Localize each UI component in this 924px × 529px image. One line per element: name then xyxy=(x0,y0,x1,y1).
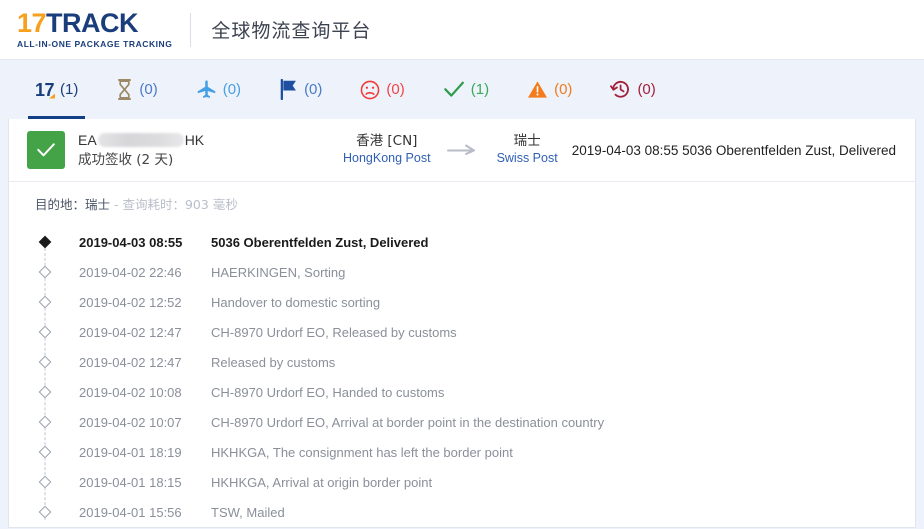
timeline-event-text: CH-8970 Urdorf EO, Released by customs xyxy=(211,324,457,340)
timeline-marker xyxy=(38,415,52,429)
17-logo-icon: 17 xyxy=(35,79,56,100)
origin-country: 香港 [CN] xyxy=(356,133,418,149)
tab-undelivered-count: (0) xyxy=(386,81,405,98)
route-arrow-icon xyxy=(446,143,481,158)
timeline-event-text: CH-8970 Urdorf EO, Handed to customs xyxy=(211,384,445,400)
route-origin: 香港 [CN] HongKong Post xyxy=(343,133,431,167)
shipment-summary-row[interactable]: EA HK 成功签收 (2 天) 香港 [CN] HongKong Post 瑞士… xyxy=(9,119,915,181)
tab-in-transit[interactable]: (0) xyxy=(177,60,260,119)
tab-not-found-count: (0) xyxy=(139,81,158,98)
timeline-marker-current xyxy=(38,235,52,249)
timeline-event: 2019-04-02 12:52 Handover to domestic so… xyxy=(9,287,915,317)
tab-delivered-count: (1) xyxy=(470,81,490,98)
logo-track-text: TRACK xyxy=(46,8,139,39)
history-clock-icon xyxy=(610,80,630,98)
tracking-timeline: 2019-04-03 08:55 5036 Oberentfelden Zust… xyxy=(9,221,915,527)
status-tab-bar: 17 (1) (0) (0) (0) (0) (1) (0) (0) xyxy=(0,60,924,119)
timeline-event-text: 5036 Oberentfelden Zust, Delivered xyxy=(211,234,429,250)
timeline-event: 2019-04-02 10:07 CH-8970 Urdorf EO, Arri… xyxy=(9,407,915,437)
status-badge xyxy=(27,131,65,169)
tab-pickup-count: (0) xyxy=(304,81,323,98)
timeline-marker xyxy=(38,355,52,369)
timeline-event-date: 2019-04-02 12:47 xyxy=(79,324,182,340)
timeline-event-text: TSW, Mailed xyxy=(211,504,285,520)
tab-expired-count: (0) xyxy=(637,81,656,98)
origin-carrier[interactable]: HongKong Post xyxy=(343,150,431,167)
timeline-event-date: 2019-04-02 10:08 xyxy=(79,384,182,400)
delivery-status-text: 成功签收 (2 天) xyxy=(78,151,174,168)
timeline-event: 2019-04-01 18:19 HKHKGA, The consignment… xyxy=(9,437,915,467)
destination-carrier[interactable]: Swiss Post xyxy=(497,150,558,167)
timeline-marker xyxy=(38,385,52,399)
timeline-event-date: 2019-04-02 12:47 xyxy=(79,354,182,370)
timeline-marker xyxy=(38,445,52,459)
tab-all[interactable]: 17 (1) xyxy=(16,60,97,119)
tab-alert-count: (0) xyxy=(554,81,573,98)
header-divider xyxy=(190,12,192,47)
destination-label: 目的地：瑞士 xyxy=(35,197,111,212)
latest-status-text: 2019-04-03 08:55 5036 Oberentfelden Zust… xyxy=(571,142,896,158)
tracking-number-suffix: HK xyxy=(184,131,205,148)
page-header: 17TRACK ALL-IN-ONE PACKAGE TRACKING 全球物流… xyxy=(0,0,924,60)
timeline-event-date: 2019-04-01 18:15 xyxy=(79,474,182,490)
tab-all-count: (1) xyxy=(60,81,79,98)
tracking-number[interactable]: EA HK xyxy=(78,131,204,150)
tracking-info: EA HK 成功签收 (2 天) xyxy=(78,131,273,170)
query-meta: 目的地：瑞士 - 查询耗时：903 毫秒 xyxy=(9,182,915,221)
timeline-event-date: 2019-04-01 18:19 xyxy=(79,444,182,460)
page-title: 全球物流查询平台 xyxy=(211,20,372,42)
tab-alert[interactable]: (0) xyxy=(508,60,591,119)
tab-not-found[interactable]: (0) xyxy=(97,60,176,119)
hourglass-icon xyxy=(118,79,132,100)
flag-icon xyxy=(280,79,296,100)
timeline-event-text: Released by customs xyxy=(211,354,336,370)
timeline-event-text: HAERKINGEN, Sorting xyxy=(211,264,346,280)
timeline-event: 2019-04-02 22:46 HAERKINGEN, Sorting xyxy=(9,257,915,287)
tracking-number-prefix: EA xyxy=(78,131,97,148)
route-destination: 瑞士 Swiss Post xyxy=(497,133,558,167)
timeline-event-text: CH-8970 Urdorf EO, Arrival at border poi… xyxy=(211,414,605,430)
timeline-event: 2019-04-02 12:47 CH-8970 Urdorf EO, Rele… xyxy=(9,317,915,347)
timeline-event-date: 2019-04-02 12:52 xyxy=(79,294,182,310)
timeline-event-text: Handover to domestic sorting xyxy=(211,294,381,310)
timeline-marker xyxy=(38,295,52,309)
timeline-event-text: HKHKGA, The consignment has left the bor… xyxy=(211,444,513,460)
tab-in-transit-count: (0) xyxy=(222,81,242,98)
timeline-event: 2019-04-02 12:47 Released by customs xyxy=(9,347,915,377)
tab-undelivered[interactable]: (0) xyxy=(341,60,423,119)
timeline-marker xyxy=(38,265,52,279)
timeline-event: 2019-04-03 08:55 5036 Oberentfelden Zust… xyxy=(9,227,915,257)
timeline-marker xyxy=(38,505,52,519)
timeline-event-date: 2019-04-02 22:46 xyxy=(79,264,182,280)
timeline-marker xyxy=(38,325,52,339)
checkmark-icon xyxy=(443,81,464,97)
logo-tagline: ALL-IN-ONE PACKAGE TRACKING xyxy=(17,39,173,50)
query-duration: - 查询耗时：903 毫秒 xyxy=(114,197,238,212)
site-logo[interactable]: 17TRACK ALL-IN-ONE PACKAGE TRACKING xyxy=(17,10,190,49)
logo-17-text: 17 xyxy=(17,8,47,39)
logo-wordmark: 17TRACK xyxy=(17,10,172,37)
route-info: 香港 [CN] HongKong Post 瑞士 Swiss Post xyxy=(343,133,558,167)
timeline-marker xyxy=(38,475,52,489)
timeline-event: 2019-04-01 18:15 HKHKGA, Arrival at orig… xyxy=(9,467,915,497)
sad-face-icon xyxy=(361,80,380,99)
timeline-event-date: 2019-04-01 15:56 xyxy=(79,504,182,520)
timeline-event: 2019-04-01 15:56 TSW, Mailed xyxy=(9,497,915,527)
airplane-icon xyxy=(197,80,215,98)
tab-pickup[interactable]: (0) xyxy=(260,60,341,119)
tab-expired[interactable]: (0) xyxy=(591,60,674,119)
check-icon xyxy=(37,143,55,157)
warning-triangle-icon xyxy=(528,81,548,98)
tracking-result-card: EA HK 成功签收 (2 天) 香港 [CN] HongKong Post 瑞士… xyxy=(8,119,916,528)
timeline-event-date: 2019-04-03 08:55 xyxy=(79,234,183,250)
timeline-event-date: 2019-04-02 10:07 xyxy=(79,414,182,430)
timeline-event-text: HKHKGA, Arrival at origin border point xyxy=(211,474,433,490)
destination-country: 瑞士 xyxy=(513,133,541,149)
tab-delivered[interactable]: (1) xyxy=(424,60,508,119)
tracking-number-redacted xyxy=(97,132,184,147)
timeline-event: 2019-04-02 10:08 CH-8970 Urdorf EO, Hand… xyxy=(9,377,915,407)
